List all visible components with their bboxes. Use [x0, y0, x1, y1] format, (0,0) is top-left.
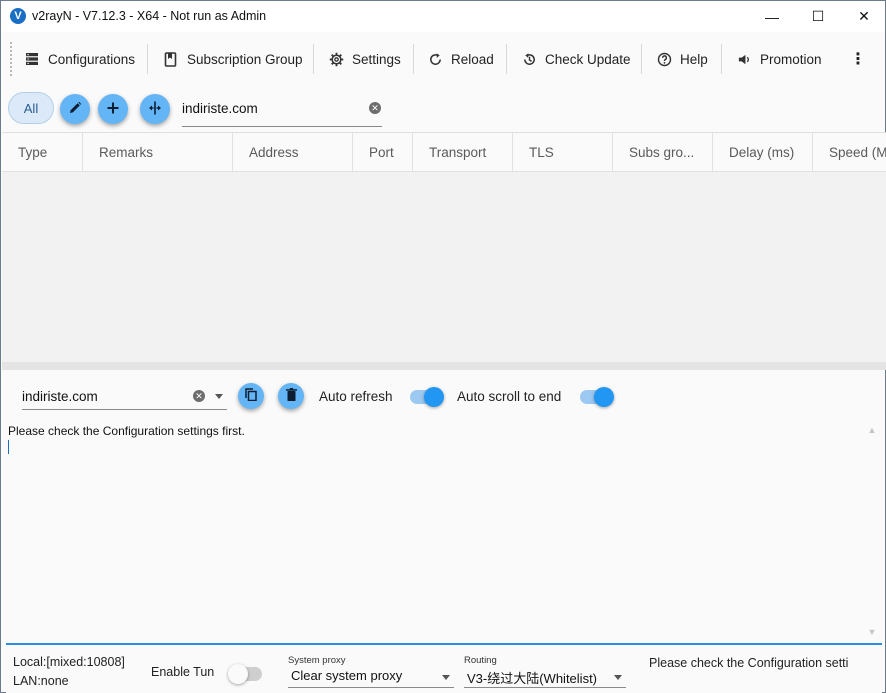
auto-refresh-label: Auto refresh [319, 389, 393, 404]
enable-tun-label: Enable Tun [151, 665, 215, 679]
system-proxy-caption: System proxy [288, 655, 346, 666]
routing-value: V3-绕过大陆(Whitelist) [467, 671, 598, 686]
column-header-transport[interactable]: Transport [413, 133, 513, 171]
toolbar-separator [506, 44, 507, 74]
pencil-icon [68, 101, 82, 118]
help-label: Help [680, 51, 708, 67]
column-header-type[interactable]: Type [2, 133, 83, 171]
copy-icon [245, 388, 257, 404]
reload-label: Reload [451, 51, 494, 67]
column-header-remarks[interactable]: Remarks [83, 133, 233, 171]
system-proxy-select[interactable]: Clear system proxy [288, 666, 454, 688]
toolbar-separator [147, 44, 148, 74]
column-header-port[interactable]: Port [353, 133, 413, 171]
chevron-down-icon [442, 675, 450, 680]
check-update-label: Check Update [545, 51, 631, 67]
subscription-group-button[interactable]: Subscription Group [163, 44, 303, 74]
app-logo-icon: V [10, 8, 26, 24]
column-header-speed[interactable]: Speed (M [813, 133, 886, 171]
log-filter-input[interactable] [22, 384, 182, 408]
server-filter-field[interactable]: ✕ [182, 96, 382, 127]
clear-filter-icon[interactable]: ✕ [369, 102, 381, 114]
gear-icon [328, 51, 344, 67]
server-filter-input[interactable] [182, 96, 362, 120]
column-header-subs-group[interactable]: Subs gro... [613, 133, 713, 171]
auto-refresh-toggle[interactable] [410, 387, 444, 407]
reload-button[interactable]: Reload [427, 44, 494, 74]
auto-scroll-toggle[interactable] [580, 387, 614, 407]
reload-icon [427, 51, 443, 67]
toggle-knob [424, 387, 444, 407]
title-bar: V v2rayN - V7.12.3 - X64 - Not run as Ad… [1, 1, 885, 32]
status-bar: Local:[mixed:10808] LAN:none Enable Tun … [6, 643, 882, 693]
toolbar-separator [721, 44, 722, 74]
split-columns-icon [148, 101, 162, 118]
status-message: Please check the Configuration setti [649, 656, 849, 670]
log-output[interactable]: Please check the Configuration settings … [8, 424, 245, 438]
column-header-tls[interactable]: TLS [513, 133, 613, 171]
toggle-knob [228, 664, 248, 684]
maximize-button[interactable]: ☐ [795, 1, 841, 32]
settings-button[interactable]: Settings [328, 44, 401, 74]
chevron-down-icon [614, 675, 622, 680]
column-header-address[interactable]: Address [233, 133, 353, 171]
clear-log-filter-icon[interactable]: ✕ [193, 390, 205, 402]
update-icon [521, 51, 537, 67]
settings-label: Settings [352, 51, 401, 67]
table-header: Type Remarks Address Port Transport TLS … [2, 133, 886, 172]
promotion-button[interactable]: Promotion [736, 44, 822, 74]
speaker-icon [736, 51, 752, 67]
filter-all-chip[interactable]: All [8, 92, 54, 124]
toolbar-grip [10, 42, 12, 76]
close-button[interactable]: ✕ [841, 1, 886, 32]
toolbar-separator [313, 44, 314, 74]
enable-tun-toggle[interactable] [228, 664, 262, 684]
server-table: Type Remarks Address Port Transport TLS … [2, 132, 886, 362]
plus-icon [107, 102, 119, 117]
scroll-up-icon[interactable]: ▲ [865, 423, 879, 437]
column-split-button[interactable] [140, 94, 170, 124]
edit-server-button[interactable] [60, 94, 90, 124]
routing-select[interactable]: V3-绕过大陆(Whitelist) [464, 666, 626, 688]
toolbar-separator [641, 44, 642, 74]
help-icon [656, 51, 672, 67]
subscription-group-label: Subscription Group [187, 51, 303, 67]
configurations-button[interactable]: Configurations [24, 44, 135, 74]
help-button[interactable]: Help [656, 44, 708, 74]
toolbar-separator [413, 44, 414, 74]
system-proxy-value: Clear system proxy [291, 668, 403, 683]
lan-status: LAN:none [13, 674, 69, 688]
scroll-down-icon[interactable]: ▼ [865, 625, 879, 639]
clear-log-button[interactable] [278, 383, 304, 409]
server-stack-icon [24, 51, 40, 67]
check-update-button[interactable]: Check Update [521, 44, 631, 74]
app-window: V v2rayN - V7.12.3 - X64 - Not run as Ad… [0, 0, 886, 693]
text-caret [8, 440, 9, 454]
panel-splitter[interactable] [2, 362, 886, 370]
bookmark-icon [163, 51, 179, 67]
toggle-knob [594, 387, 614, 407]
local-port-status: Local:[mixed:10808] [13, 655, 125, 669]
add-server-button[interactable] [98, 94, 128, 124]
configurations-label: Configurations [48, 51, 136, 67]
chevron-down-icon[interactable] [215, 394, 223, 399]
copy-log-button[interactable] [238, 383, 264, 409]
main-toolbar: Configurations Subscription Group Settin… [1, 32, 885, 86]
window-title: v2rayN - V7.12.3 - X64 - Not run as Admi… [32, 9, 267, 23]
more-options-button[interactable]: ⋮ [850, 44, 866, 74]
column-header-delay[interactable]: Delay (ms) [713, 133, 813, 171]
log-filter-field[interactable]: ✕ [22, 384, 227, 410]
minimize-button[interactable]: — [749, 1, 795, 32]
routing-caption: Routing [464, 655, 497, 666]
auto-scroll-label: Auto scroll to end [457, 389, 562, 404]
promotion-label: Promotion [760, 51, 822, 67]
trash-icon [285, 388, 297, 404]
